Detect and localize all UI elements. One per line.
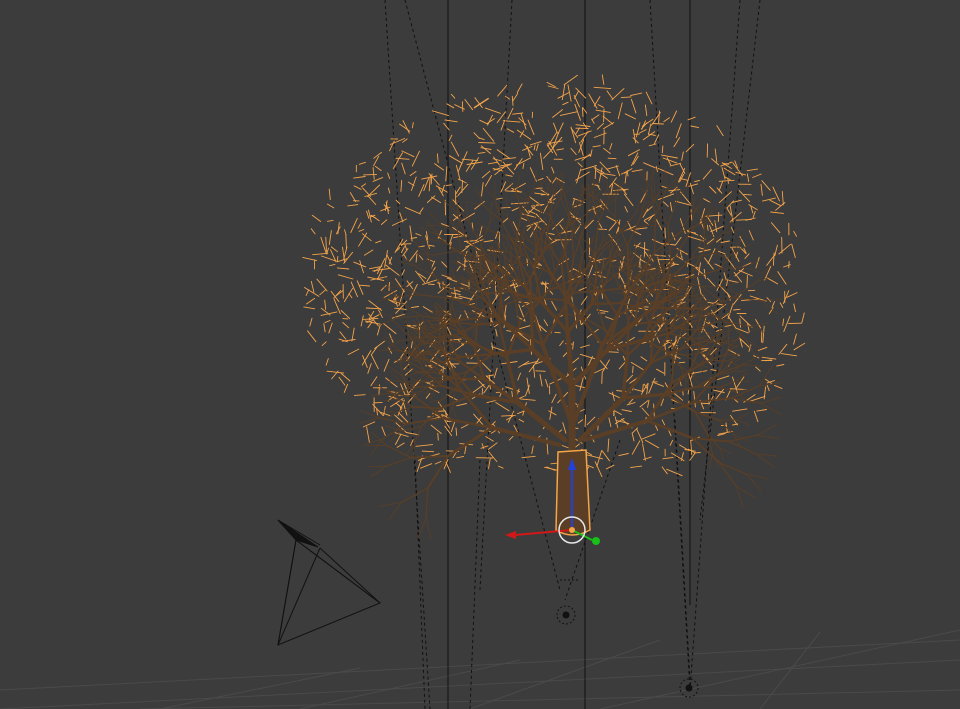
floor-grid	[0, 629, 960, 709]
3d-viewport[interactable]	[0, 0, 960, 709]
x-axis-arrow-icon[interactable]	[505, 531, 516, 539]
spot-lamp-icon[interactable]	[556, 605, 576, 625]
camera-icon[interactable]	[277, 519, 382, 646]
object-origin-icon	[569, 527, 575, 533]
y-axis-arrow-icon[interactable]	[592, 537, 600, 545]
viewport-canvas[interactable]	[0, 0, 960, 709]
